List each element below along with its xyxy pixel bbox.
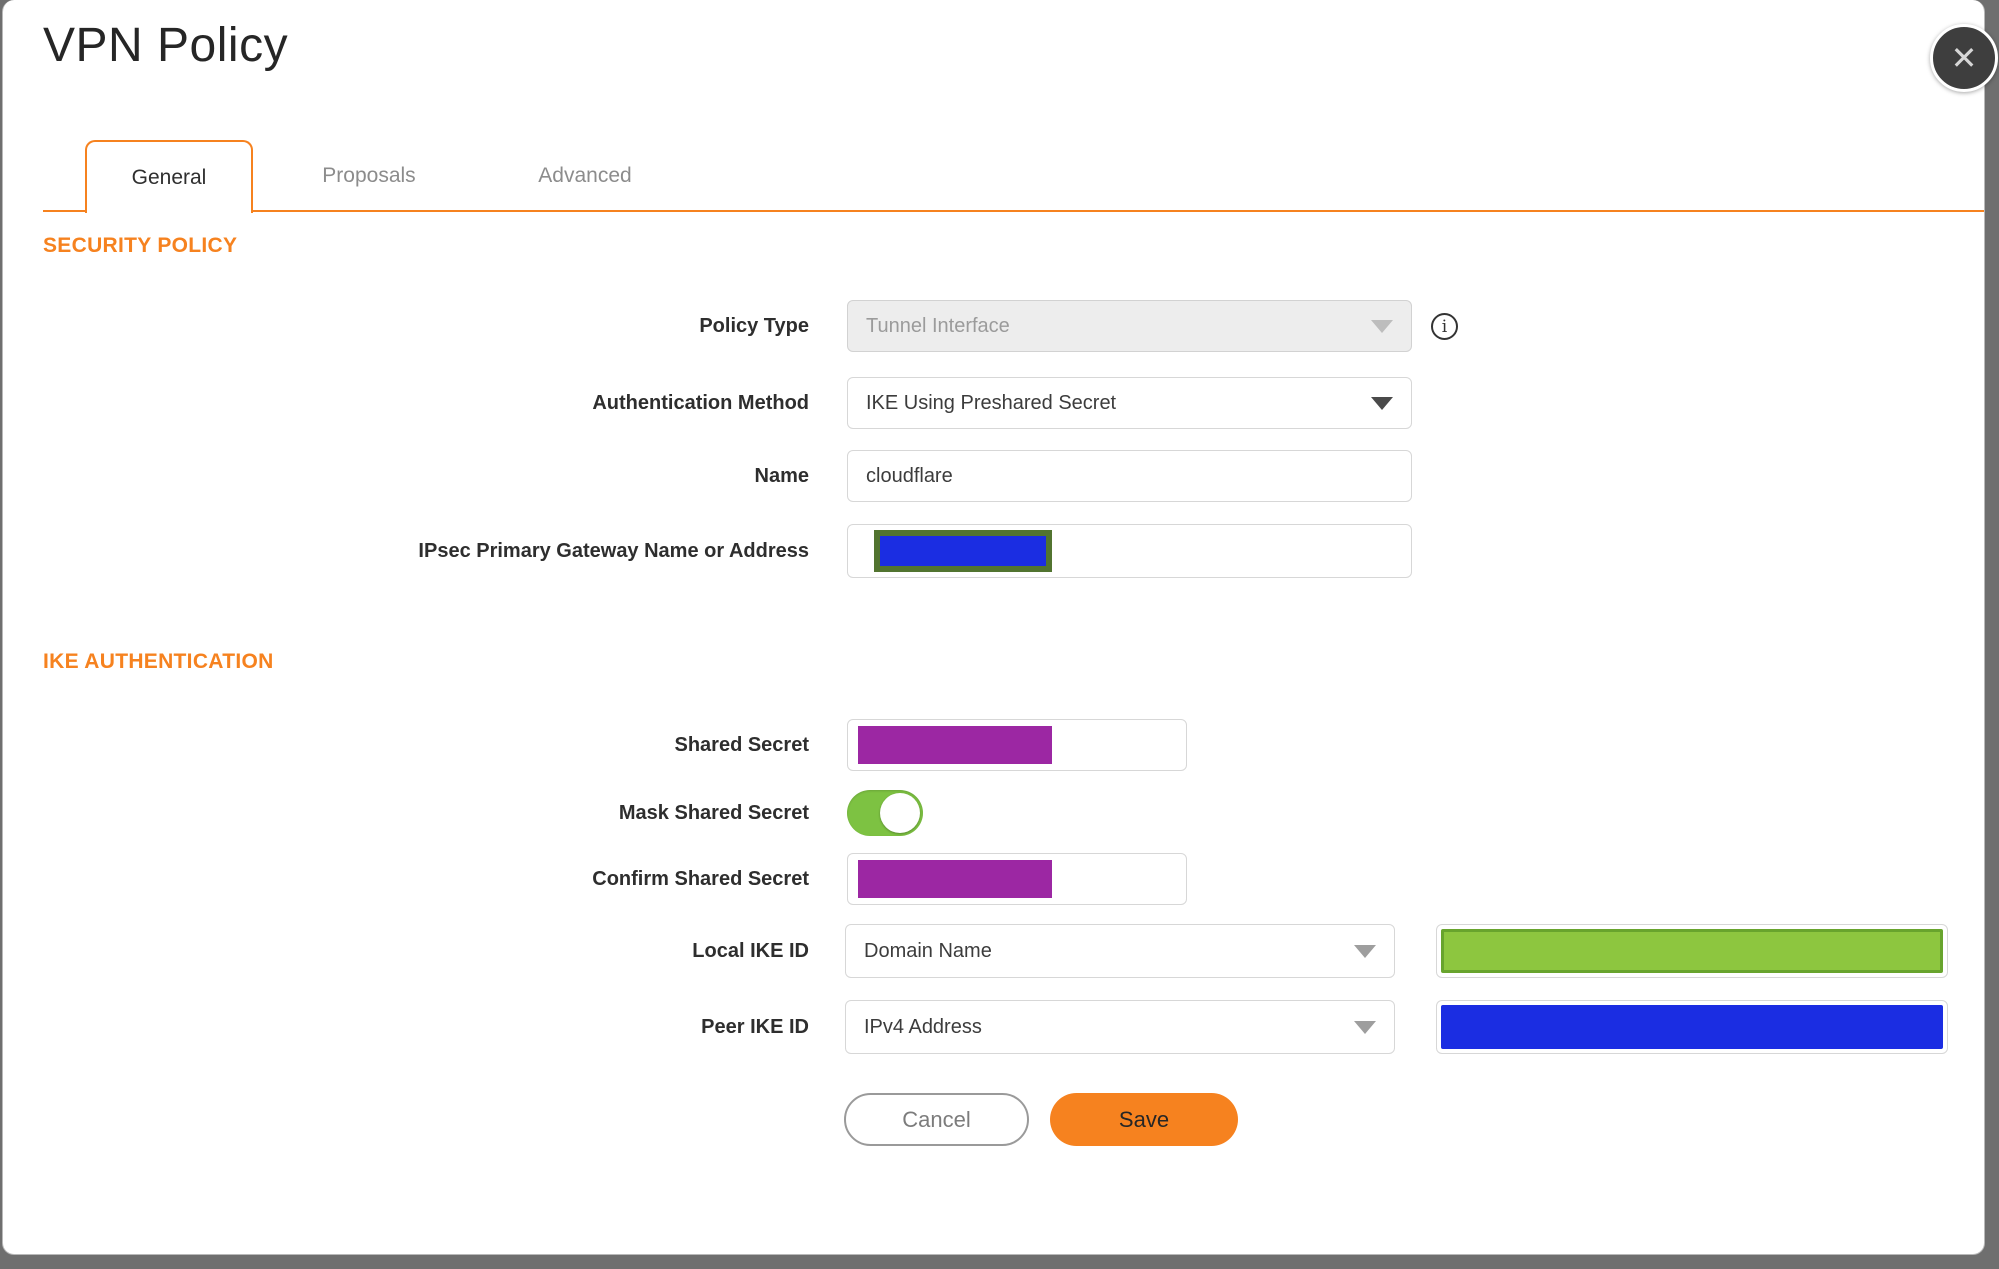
mask-shared-secret-toggle[interactable] <box>847 790 923 836</box>
shared-secret-input[interactable] <box>847 719 1187 771</box>
cancel-button-label: Cancel <box>902 1106 971 1132</box>
tab-general-label: General <box>131 165 207 189</box>
dialog-title: VPN Policy <box>43 19 289 72</box>
ipsec-gateway-input[interactable] <box>847 524 1412 578</box>
ike-authentication-heading: IKE AUTHENTICATION <box>43 650 274 673</box>
toggle-knob <box>880 793 920 833</box>
chevron-down-icon <box>1371 397 1393 410</box>
cancel-button[interactable]: Cancel <box>844 1093 1029 1146</box>
close-button[interactable]: ✕ <box>1930 24 1998 92</box>
peer-ike-id-label: Peer IKE ID <box>701 1016 809 1038</box>
local-ike-id-select[interactable]: Domain Name <box>845 924 1395 978</box>
confirm-shared-secret-input[interactable] <box>847 853 1187 905</box>
tab-general[interactable]: General <box>85 140 253 213</box>
tab-proposals[interactable]: Proposals <box>303 140 435 212</box>
chevron-down-icon <box>1371 320 1393 333</box>
security-policy-heading: SECURITY POLICY <box>43 234 238 257</box>
save-button-label: Save <box>1118 1106 1170 1132</box>
vpn-policy-dialog: VPN Policy General Proposals Advanced SE… <box>2 0 1985 1255</box>
local-ike-id-label: Local IKE ID <box>692 940 809 962</box>
local-ike-id-type-value: Domain Name <box>864 939 992 962</box>
name-label: Name <box>754 465 809 487</box>
name-input[interactable] <box>847 450 1412 502</box>
save-button[interactable]: Save <box>1050 1093 1238 1146</box>
shared-secret-label: Shared Secret <box>674 734 809 756</box>
confirm-shared-secret-redacted-value <box>858 860 1052 898</box>
authentication-method-select[interactable]: IKE Using Preshared Secret <box>847 377 1412 429</box>
peer-ike-id-type-value: IPv4 Address <box>864 1015 982 1038</box>
tab-advanced[interactable]: Advanced <box>513 140 657 212</box>
peer-ike-id-select[interactable]: IPv4 Address <box>845 1000 1395 1054</box>
authentication-method-value: IKE Using Preshared Secret <box>866 391 1117 414</box>
confirm-shared-secret-label: Confirm Shared Secret <box>592 868 809 890</box>
mask-shared-secret-label: Mask Shared Secret <box>618 802 809 824</box>
close-icon: ✕ <box>1950 40 1978 76</box>
chevron-down-icon <box>1354 1021 1376 1034</box>
shared-secret-redacted-value <box>858 726 1052 764</box>
ipsec-gateway-label: IPsec Primary Gateway Name or Address <box>418 540 809 562</box>
peer-ike-id-redacted-value <box>1441 1005 1943 1049</box>
policy-type-value: Tunnel Interface <box>866 314 1010 337</box>
local-ike-id-value-input[interactable] <box>1436 924 1948 978</box>
chevron-down-icon <box>1354 945 1376 958</box>
policy-type-select: Tunnel Interface <box>847 300 1412 352</box>
local-ike-id-redacted-value <box>1441 929 1943 973</box>
authentication-method-label: Authentication Method <box>592 392 809 414</box>
info-icon[interactable]: i <box>1431 313 1458 340</box>
ipsec-gateway-redacted-value <box>874 530 1052 572</box>
tab-advanced-label: Advanced <box>538 164 632 187</box>
policy-type-label: Policy Type <box>699 315 809 337</box>
peer-ike-id-value-input[interactable] <box>1436 1000 1948 1054</box>
tab-proposals-label: Proposals <box>322 164 416 187</box>
